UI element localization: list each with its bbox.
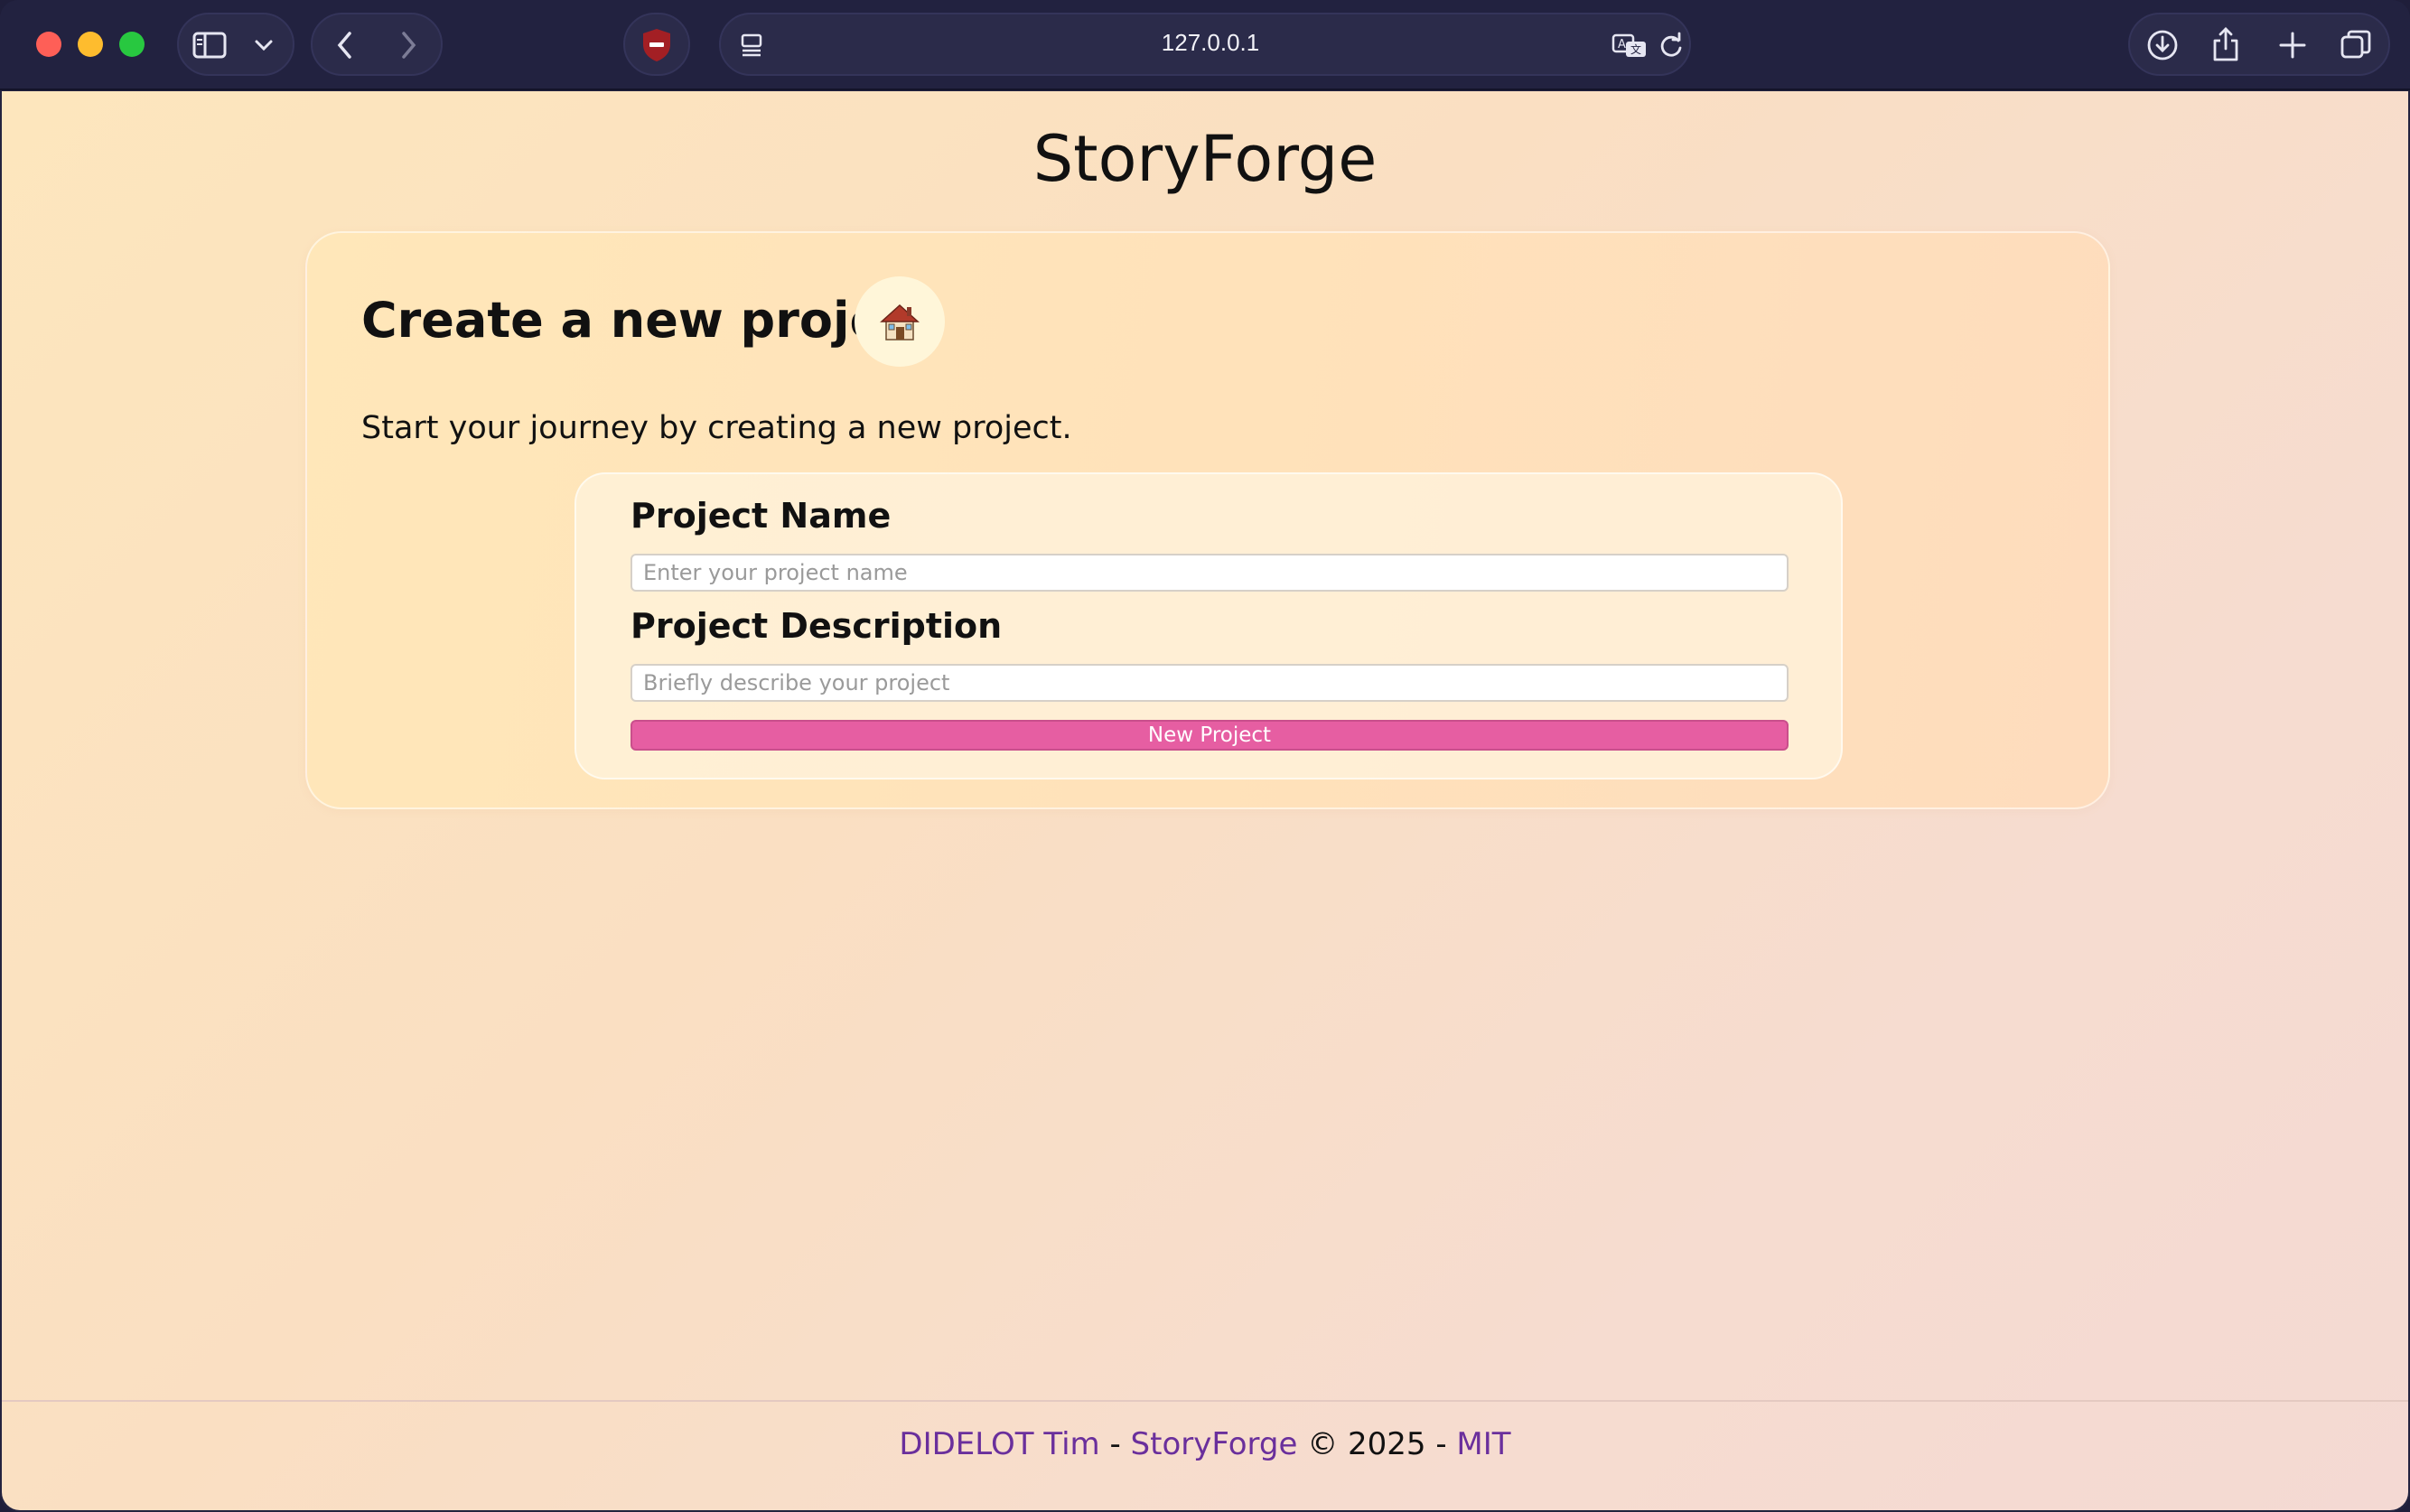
browser-toolbar: 127.0.0.1 A文 bbox=[0, 0, 2410, 90]
card-title: Create a new project bbox=[361, 292, 935, 349]
sidebar-toggle-icon[interactable] bbox=[190, 27, 229, 63]
footer-project-link[interactable]: StoryForge bbox=[1131, 1426, 1298, 1462]
project-description-label: Project Description bbox=[631, 606, 1003, 646]
downloads-icon[interactable] bbox=[2143, 25, 2182, 65]
create-project-card: Create a new project Start your journey … bbox=[305, 231, 2110, 809]
footer-license-link[interactable]: MIT bbox=[1456, 1426, 1510, 1462]
page-menu-icon[interactable] bbox=[733, 27, 770, 63]
new-tab-plus-icon[interactable] bbox=[2273, 25, 2312, 65]
footer-separator: - bbox=[1099, 1426, 1131, 1462]
share-icon[interactable] bbox=[2206, 23, 2246, 65]
footer: DIDELOT Tim - StoryForge © 2025 - MIT bbox=[2, 1426, 2408, 1462]
footer-author-link[interactable]: DIDELOT Tim bbox=[899, 1426, 1099, 1462]
chevron-down-icon[interactable] bbox=[251, 33, 276, 58]
project-description-input[interactable] bbox=[631, 664, 1789, 702]
site-title: StoryForge bbox=[1032, 122, 1378, 196]
house-icon bbox=[855, 276, 945, 367]
project-name-input[interactable] bbox=[631, 554, 1789, 592]
new-project-form: Project Name Project Description New Pro… bbox=[574, 472, 1843, 779]
shield-block-icon[interactable] bbox=[638, 25, 676, 65]
browser-window: 127.0.0.1 A文 StoryForge Create a new pro… bbox=[0, 0, 2410, 1512]
minimize-window-button[interactable] bbox=[78, 32, 103, 57]
web-page: StoryForge Create a new project Start yo… bbox=[2, 91, 2408, 1510]
translate-icon[interactable]: A文 bbox=[1610, 27, 1649, 63]
footer-copyright: © 2025 - bbox=[1297, 1426, 1457, 1462]
svg-text:A: A bbox=[1618, 38, 1626, 51]
tab-overview-icon[interactable] bbox=[2336, 25, 2376, 65]
project-name-label: Project Name bbox=[631, 496, 892, 536]
reload-icon[interactable] bbox=[1653, 27, 1689, 63]
forward-arrow-icon[interactable] bbox=[390, 27, 426, 63]
back-arrow-icon[interactable] bbox=[327, 27, 363, 63]
svg-text:文: 文 bbox=[1630, 42, 1641, 56]
footer-divider bbox=[2, 1400, 2408, 1402]
new-project-button[interactable]: New Project bbox=[631, 720, 1789, 751]
zoom-window-button[interactable] bbox=[119, 32, 145, 57]
card-description: Start your journey by creating a new pro… bbox=[361, 410, 1072, 446]
close-window-button[interactable] bbox=[36, 32, 61, 57]
address-bar-url[interactable]: 127.0.0.1 bbox=[994, 29, 1427, 57]
